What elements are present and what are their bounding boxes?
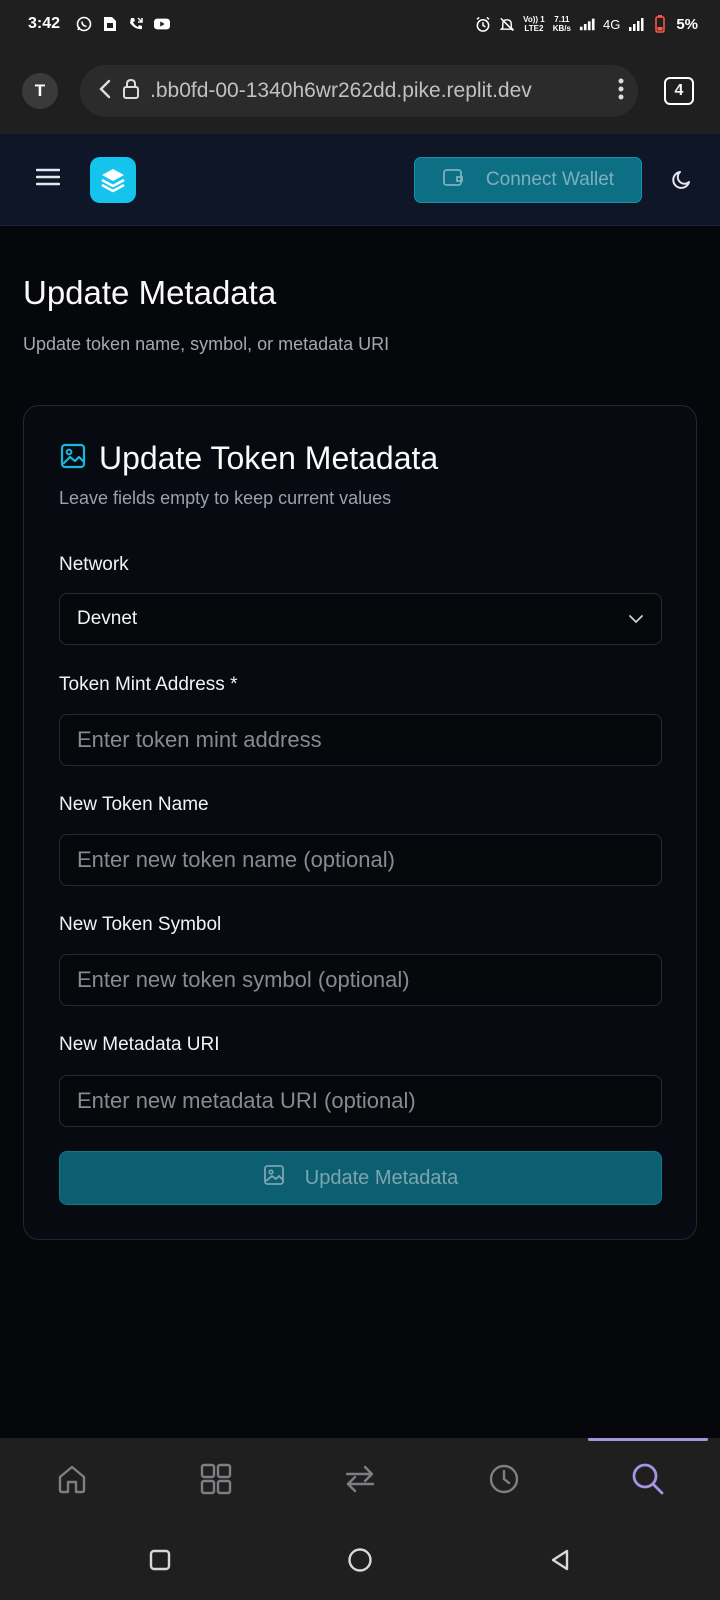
- battery-percent: 5%: [676, 15, 698, 33]
- recents-button[interactable]: [140, 1540, 180, 1580]
- card-title: Update Token Metadata: [99, 440, 439, 476]
- address-bar[interactable]: .bb0fd-00-1340h6wr262dd.pike.replit.dev: [80, 65, 638, 117]
- nav-grid[interactable]: [144, 1438, 288, 1520]
- token-name-placeholder: Enter new token name (optional): [77, 847, 395, 872]
- chevron-down-icon: [628, 608, 644, 630]
- update-metadata-button[interactable]: Update Metadata: [59, 1151, 662, 1205]
- page-subtitle: Update token name, symbol, or metadata U…: [23, 334, 390, 354]
- tab-switcher[interactable]: 4: [664, 77, 694, 105]
- nav-search[interactable]: [576, 1438, 720, 1520]
- wallet-icon: [442, 167, 464, 193]
- app-header: Connect Wallet: [0, 134, 720, 226]
- theme-toggle[interactable]: [668, 166, 696, 194]
- back-chevron-icon[interactable]: [98, 78, 112, 105]
- moon-icon: [672, 170, 690, 189]
- token-symbol-input[interactable]: Enter new token symbol (optional): [59, 954, 662, 1006]
- data-speed-value: 7.11: [554, 15, 570, 24]
- mint-address-label: Token Mint Address *: [59, 674, 238, 695]
- data-speed: 7.11 KB/s: [553, 15, 571, 33]
- system-nav: [0, 1520, 720, 1600]
- lock-icon[interactable]: [122, 78, 140, 105]
- status-bar: 3:42 Vo)) 1 LTE2 7.11 KB/s 4G 5%: [0, 0, 720, 48]
- menu-icon[interactable]: [35, 167, 61, 192]
- alarm-icon: [475, 16, 491, 32]
- metadata-uri-placeholder: Enter new metadata URI (optional): [77, 1088, 416, 1113]
- back-button[interactable]: [540, 1540, 580, 1580]
- token-symbol-placeholder: Enter new token symbol (optional): [77, 967, 410, 992]
- volte-bottom: LTE2: [524, 24, 544, 33]
- volte-top: Vo)) 1: [523, 15, 545, 24]
- mint-address-input[interactable]: Enter token mint address: [59, 714, 662, 766]
- mint-address-placeholder: Enter token mint address: [77, 727, 322, 752]
- nav-home[interactable]: [0, 1438, 144, 1520]
- home-button[interactable]: [340, 1540, 380, 1580]
- metadata-uri-input[interactable]: Enter new metadata URI (optional): [59, 1075, 662, 1127]
- signal-2-icon: [628, 16, 644, 32]
- metadata-uri-label: New Metadata URI: [59, 1034, 220, 1055]
- network-select[interactable]: Devnet: [59, 593, 662, 645]
- card-header: Update Token Metadata: [59, 440, 438, 477]
- profile-avatar[interactable]: T: [22, 73, 58, 109]
- sim-card-icon: [102, 16, 118, 32]
- connect-wallet-label: Connect Wallet: [485, 168, 615, 190]
- youtube-icon: [154, 16, 171, 32]
- signal-icon: [579, 16, 595, 32]
- nav-swap[interactable]: [288, 1438, 432, 1520]
- update-metadata-label: Update Metadata: [304, 1166, 459, 1189]
- search-icon: [632, 1463, 664, 1495]
- network-label: Network: [59, 554, 129, 575]
- missed-call-icon: [128, 16, 144, 32]
- token-symbol-label: New Token Symbol: [59, 914, 222, 935]
- more-vert-icon[interactable]: [618, 77, 624, 106]
- network-value: Devnet: [77, 608, 138, 629]
- token-name-input[interactable]: Enter new token name (optional): [59, 834, 662, 886]
- card-description: Leave fields empty to keep current value…: [59, 488, 392, 508]
- data-speed-unit: KB/s: [552, 24, 571, 33]
- connect-wallet-button[interactable]: Connect Wallet: [414, 156, 642, 203]
- status-time: 3:42: [28, 15, 61, 32]
- layers-icon: [101, 168, 125, 192]
- battery-low-icon: [652, 15, 668, 33]
- url-text[interactable]: .bb0fd-00-1340h6wr262dd.pike.replit.dev: [150, 79, 608, 103]
- home-icon: [58, 1465, 86, 1494]
- bottom-nav: [0, 1438, 720, 1520]
- circle-icon: [348, 1548, 372, 1572]
- network-type: 4G: [602, 16, 621, 32]
- back-triangle-icon: [551, 1549, 569, 1571]
- grid-icon: [200, 1463, 232, 1495]
- volte-indicator: Vo)) 1 LTE2: [523, 15, 545, 33]
- history-icon: [489, 1464, 519, 1494]
- update-metadata-card: Update Token Metadata Leave fields empty…: [23, 405, 697, 1240]
- whatsapp-icon: [76, 16, 92, 32]
- mute-bell-icon: [499, 16, 515, 32]
- image-icon: [59, 442, 87, 475]
- app-logo[interactable]: [90, 156, 136, 203]
- swap-icon: [345, 1465, 375, 1493]
- browser-toolbar: T .bb0fd-00-1340h6wr262dd.pike.replit.de…: [0, 48, 720, 134]
- token-name-label: New Token Name: [59, 794, 209, 815]
- nav-history[interactable]: [432, 1438, 576, 1520]
- page-title: Update Metadata: [23, 274, 277, 311]
- square-icon: [149, 1549, 171, 1571]
- image-icon: [263, 1164, 285, 1192]
